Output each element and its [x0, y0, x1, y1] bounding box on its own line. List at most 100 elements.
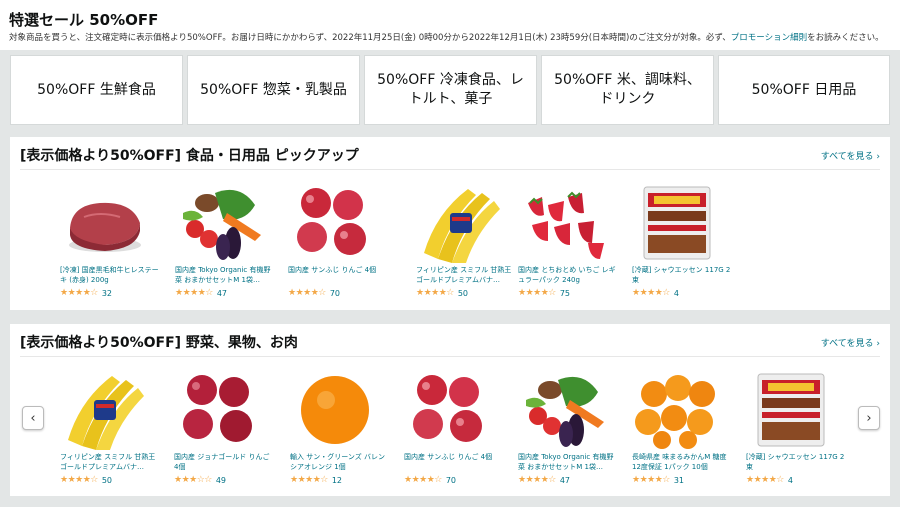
product-card[interactable]: 輸入 サン・グリーンズ バレンシアオレンジ 1個 ★★★★☆ 12 — [290, 370, 390, 485]
category-label: 50%OFF 生鮮食品 — [37, 81, 156, 98]
carousel-next-button[interactable]: › — [858, 406, 880, 430]
category-daily-goods[interactable]: 50%OFF 日用品 — [718, 55, 890, 125]
notice-suffix: をお読みください。 — [807, 33, 884, 43]
star-rating-icon: ★★★☆☆ — [174, 475, 212, 485]
apples-icon — [413, 375, 482, 442]
product-card[interactable]: 国内産 サンふじ りんご 4個 ★★★★☆ 70 — [404, 370, 504, 485]
product-card[interactable]: 国内産 Tokyo Organic 有機野菜 おまかせセットM 1袋… ★★★★… — [518, 370, 618, 485]
star-rating-icon: ★★★★☆ — [290, 475, 328, 485]
product-card[interactable]: [冷凍] 国産黒毛和牛ヒレステーキ (赤身) 200g ★★★★☆ 32 — [60, 183, 160, 298]
sausage-pack-icon — [757, 373, 825, 447]
product-name[interactable]: 長崎県産 味まるみかんM 糖度12度保証 1パック 10個 — [632, 452, 732, 472]
product-rating: ★★★★☆ 31 — [632, 475, 732, 485]
star-rating-icon: ★★★★☆ — [518, 288, 556, 298]
product-rating: ★★★★☆ 70 — [404, 475, 504, 485]
category-deli-dairy[interactable]: 50%OFF 惣菜・乳製品 — [187, 55, 360, 125]
review-count[interactable]: 49 — [216, 476, 226, 485]
bananas-icon — [424, 189, 500, 263]
review-count[interactable]: 50 — [102, 476, 112, 485]
star-rating-icon: ★★★★☆ — [288, 288, 326, 298]
promo-notice: 対象商品を買うと、注文確定時に表示価格より50%OFF。お届け日時にかかわらず、… — [9, 31, 884, 43]
star-rating-icon: ★★★★☆ — [632, 475, 670, 485]
category-label: 50%OFF 米、調味料、ドリンク — [554, 72, 701, 107]
product-card[interactable]: 長崎県産 味まるみかんM 糖度12度保証 1パック 10個 ★★★★☆ 31 — [632, 370, 732, 485]
review-count[interactable]: 4 — [674, 289, 679, 298]
product-card[interactable]: 国内産 サンふじ りんご 4個 ★★★★☆ 70 — [288, 183, 388, 298]
product-card[interactable]: [冷蔵] シャウエッセン 117G 2束 ★★★★☆ 4 — [746, 370, 846, 485]
star-rating-icon: ★★★★☆ — [175, 288, 213, 298]
section-title: [表示価格より50%OFF] 食品・日用品 ピックアップ — [20, 148, 359, 164]
product-card[interactable]: 国内産 とちおとめ いちご レギュラーパック 240g ★★★★☆ 75 — [518, 183, 618, 298]
review-count[interactable]: 32 — [102, 289, 112, 298]
review-count[interactable]: 47 — [560, 476, 570, 485]
vegetable-set-icon — [183, 189, 261, 260]
section-title: [表示価格より50%OFF] 野菜、果物、お肉 — [20, 335, 298, 351]
orange-icon — [301, 376, 369, 444]
notice-text: 対象商品を買うと、注文確定時に表示価格より50%OFF。お届け日時にかかわらず、… — [9, 33, 731, 43]
vegetable-set-icon — [526, 376, 604, 447]
chevron-right-icon: › — [866, 410, 872, 426]
review-count[interactable]: 75 — [560, 289, 570, 298]
chevron-left-icon: ‹ — [30, 410, 36, 426]
apples-icon — [297, 188, 366, 255]
product-name[interactable]: 国内産 とちおとめ いちご レギュラーパック 240g — [518, 265, 618, 285]
product-rating: ★★★★☆ 32 — [60, 288, 160, 298]
category-label: 50%OFF 冷凍食品、レトルト、菓子 — [377, 72, 524, 107]
product-rating: ★★★★☆ 47 — [518, 475, 618, 485]
category-label: 50%OFF 惣菜・乳製品 — [200, 81, 347, 98]
sausage-pack-icon — [643, 186, 711, 260]
product-name[interactable]: [冷凍] 国産黒毛和牛ヒレステーキ (赤身) 200g — [60, 265, 160, 285]
star-rating-icon: ★★★★☆ — [60, 288, 98, 298]
carousel-prev-button[interactable]: ‹ — [22, 406, 44, 430]
product-card[interactable]: 国内産 Tokyo Organic 有機野菜 おまかせセットM 1袋… ★★★★… — [175, 183, 275, 298]
section-divider — [20, 356, 880, 357]
product-name[interactable]: 国内産 サンふじ りんご 4個 — [288, 265, 388, 285]
product-name[interactable]: 国内産 Tokyo Organic 有機野菜 おまかせセットM 1袋… — [175, 265, 275, 285]
product-name[interactable]: [冷蔵] シャウエッセン 117G 2束 — [746, 452, 846, 472]
star-rating-icon: ★★★★☆ — [404, 475, 442, 485]
review-count[interactable]: 4 — [788, 476, 793, 485]
star-rating-icon: ★★★★☆ — [746, 475, 784, 485]
review-count[interactable]: 50 — [458, 289, 468, 298]
product-name[interactable]: 輸入 サン・グリーンズ バレンシアオレンジ 1個 — [290, 452, 390, 472]
section-divider — [20, 169, 880, 170]
product-card[interactable]: 国内産 ジョナゴールド りんご 4個 ★★★☆☆ 49 — [174, 370, 274, 485]
product-name[interactable]: 国内産 Tokyo Organic 有機野菜 おまかせセットM 1袋… — [518, 452, 618, 472]
product-rating: ★★★☆☆ 49 — [174, 475, 274, 485]
category-tiles: 50%OFF 生鮮食品 50%OFF 惣菜・乳製品 50%OFF 冷凍食品、レト… — [10, 55, 890, 125]
mandarins-icon — [635, 375, 715, 449]
review-count[interactable]: 47 — [217, 289, 227, 298]
category-rice-drinks[interactable]: 50%OFF 米、調味料、ドリンク — [541, 55, 714, 125]
product-name[interactable]: 国内産 ジョナゴールド りんご 4個 — [174, 452, 274, 472]
product-card[interactable]: フィリピン産 スミフル 甘熟王ゴールドプレミアムバナ… ★★★★☆ 50 — [416, 183, 516, 298]
product-card[interactable]: [冷蔵] シャウエッセン 117G 2束 ★★★★☆ 4 — [632, 183, 732, 298]
strawberries-icon — [528, 191, 604, 259]
star-rating-icon: ★★★★☆ — [60, 475, 98, 485]
product-rating: ★★★★☆ 75 — [518, 288, 618, 298]
see-all-link[interactable]: すべてを見る › — [821, 336, 880, 349]
product-rating: ★★★★☆ 12 — [290, 475, 390, 485]
beef-steak-icon — [69, 202, 141, 252]
star-rating-icon: ★★★★☆ — [416, 288, 454, 298]
see-all-link[interactable]: すべてを見る › — [821, 149, 880, 162]
product-rating: ★★★★☆ 50 — [60, 475, 160, 485]
star-rating-icon: ★★★★☆ — [518, 475, 556, 485]
category-label: 50%OFF 日用品 — [751, 81, 857, 98]
page-title: 特選セール 50%OFF — [9, 11, 159, 29]
category-frozen-snacks[interactable]: 50%OFF 冷凍食品、レトルト、菓子 — [364, 55, 537, 125]
promo-terms-link[interactable]: プロモーション細則 — [731, 33, 807, 43]
product-card[interactable]: フィリピン産 スミフル 甘熟王ゴールドプレミアムバナ… ★★★★☆ 50 — [60, 370, 160, 485]
apples-icon — [183, 375, 252, 442]
product-name[interactable]: [冷蔵] シャウエッセン 117G 2束 — [632, 265, 732, 285]
review-count[interactable]: 70 — [446, 476, 456, 485]
review-count[interactable]: 12 — [332, 476, 342, 485]
product-name[interactable]: フィリピン産 スミフル 甘熟王ゴールドプレミアムバナ… — [416, 265, 516, 285]
product-name[interactable]: フィリピン産 スミフル 甘熟王ゴールドプレミアムバナ… — [60, 452, 160, 472]
review-count[interactable]: 31 — [674, 476, 684, 485]
product-rating: ★★★★☆ 70 — [288, 288, 388, 298]
page-header: 特選セール 50%OFF 対象商品を買うと、注文確定時に表示価格より50%OFF… — [0, 0, 900, 50]
product-rating: ★★★★☆ 47 — [175, 288, 275, 298]
review-count[interactable]: 70 — [330, 289, 340, 298]
category-fresh-food[interactable]: 50%OFF 生鮮食品 — [10, 55, 183, 125]
product-name[interactable]: 国内産 サンふじ りんご 4個 — [404, 452, 504, 472]
